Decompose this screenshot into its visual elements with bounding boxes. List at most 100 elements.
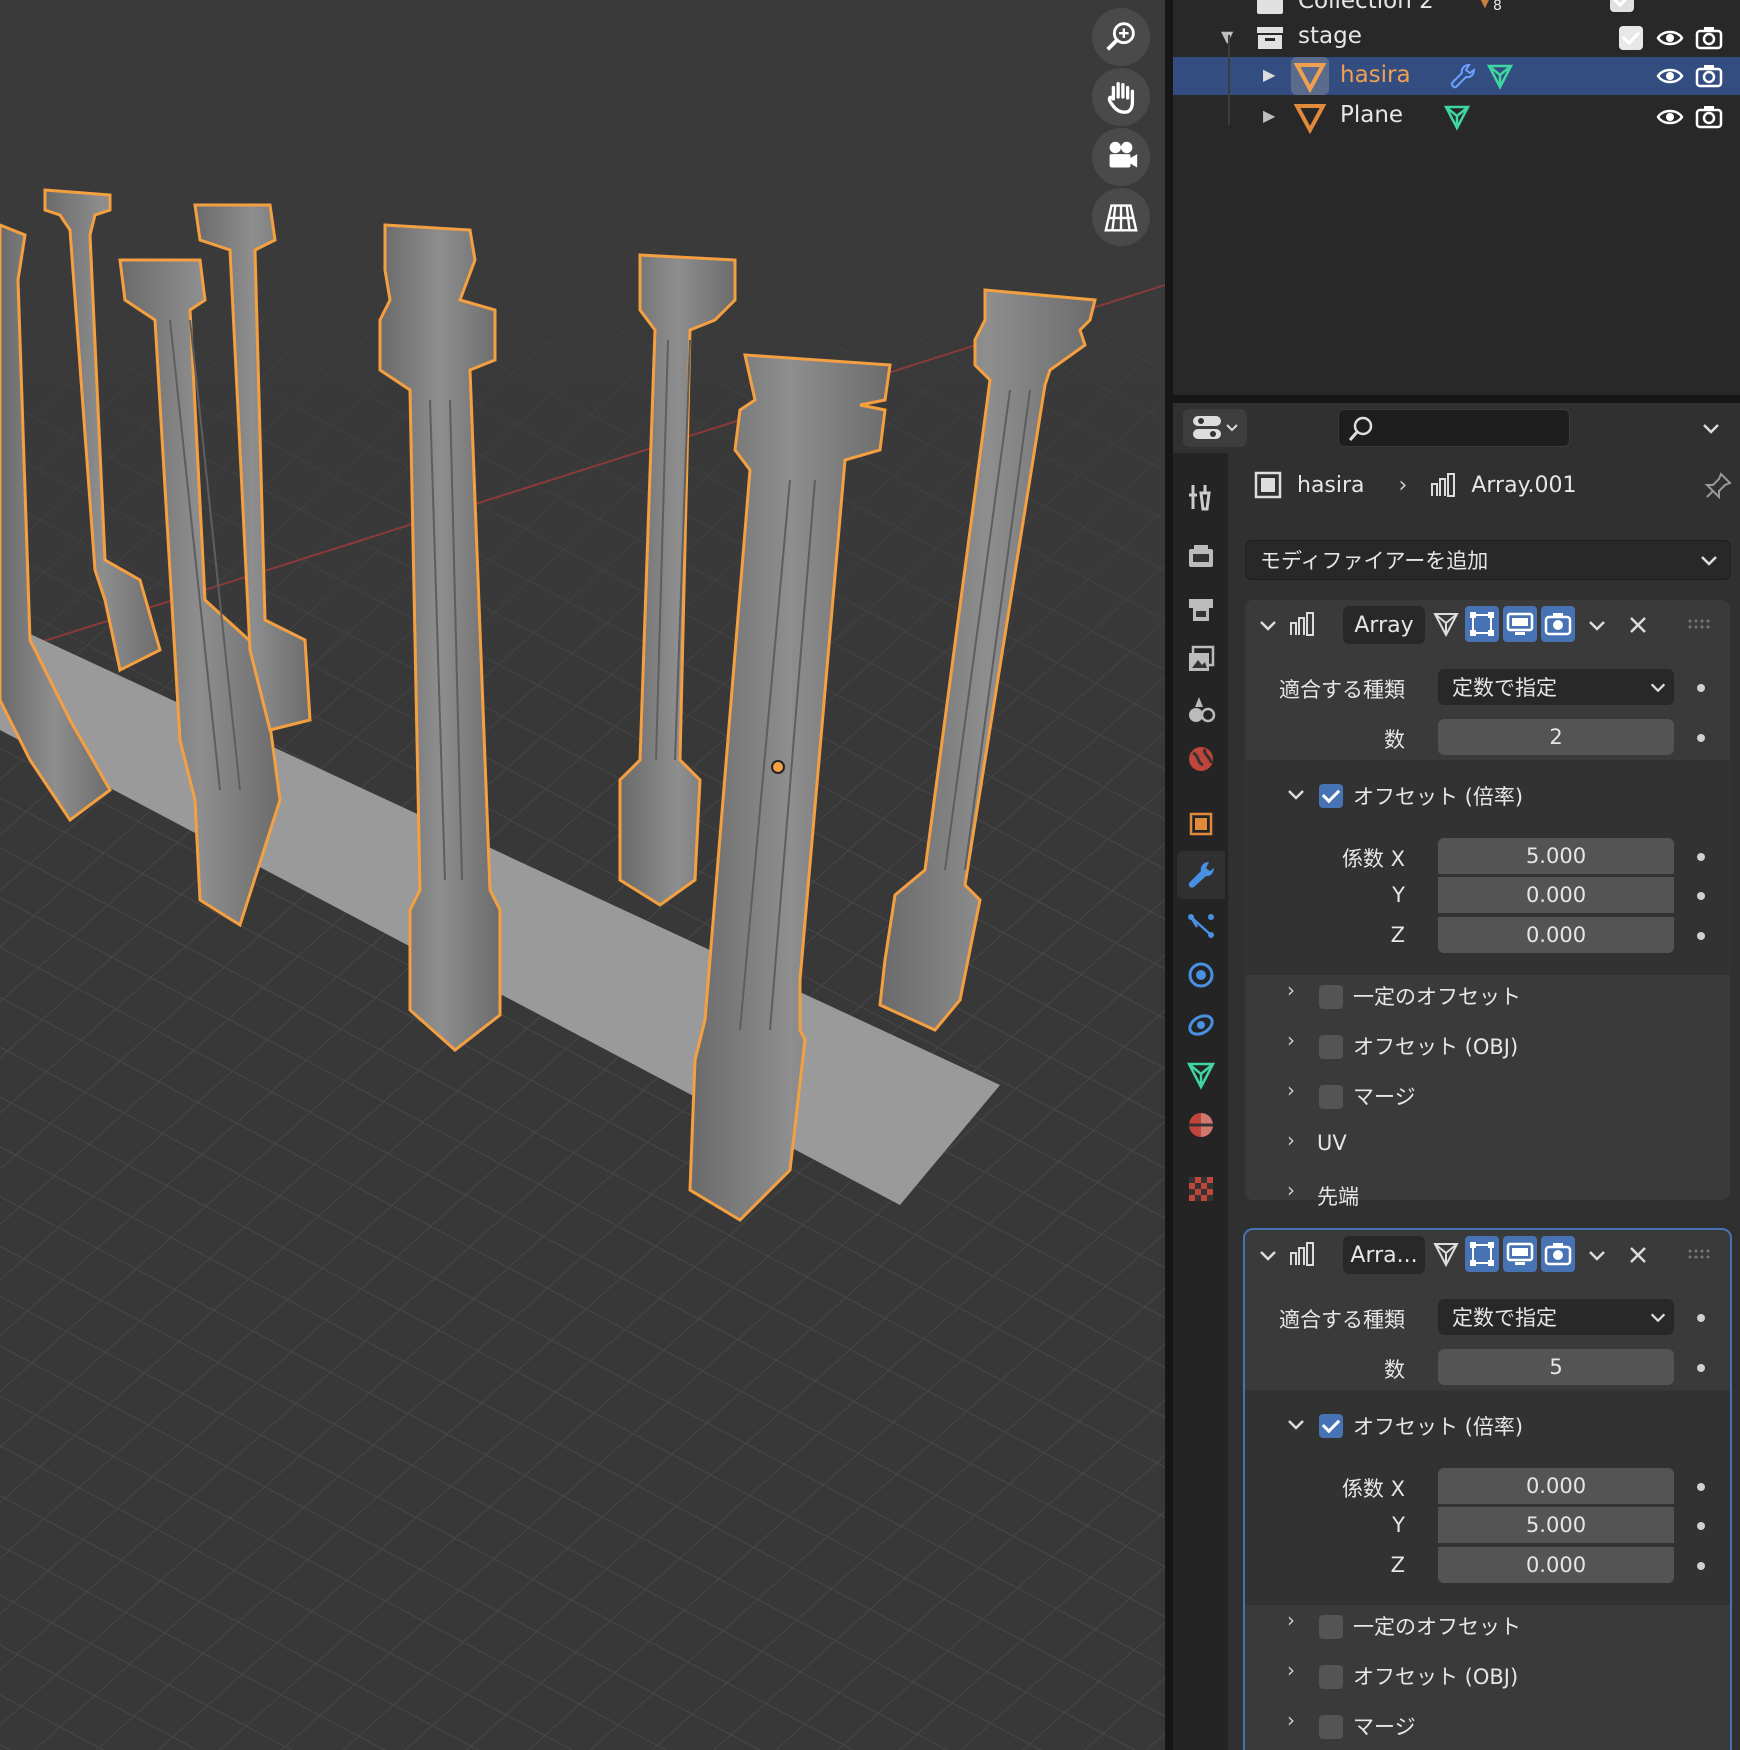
tab-modifiers[interactable] (1177, 851, 1225, 899)
keyframe-dot[interactable] (1697, 1483, 1705, 1491)
close-icon[interactable] (1627, 1244, 1649, 1266)
edit-cage-toggle[interactable] (1429, 606, 1463, 642)
mesh-data-icon[interactable] (1443, 103, 1471, 131)
relative-offset-checkbox[interactable] (1319, 784, 1343, 808)
area-divider[interactable] (1173, 395, 1740, 403)
expand-chevron-icon[interactable]: › (1287, 1658, 1295, 1682)
keyframe-dot[interactable] (1697, 684, 1705, 692)
exclude-checkbox[interactable] (1619, 26, 1643, 50)
modifier-header[interactable]: Array (1245, 600, 1730, 648)
viewport-toggle[interactable] (1503, 1236, 1537, 1272)
area-divider[interactable] (1165, 0, 1173, 1750)
modifier-panel-array[interactable]: Array 適合する種類 定数で指定 数 2 オフセット (倍率) 係数 X 5… (1245, 600, 1730, 1209)
keyframe-dot[interactable] (1697, 853, 1705, 861)
collapse-chevron-icon[interactable] (1257, 614, 1279, 636)
ortho-toggle-button[interactable] (1092, 188, 1150, 246)
factor-z-field[interactable]: 0.000 (1438, 917, 1674, 953)
collapse-chevron-icon[interactable] (1285, 1413, 1307, 1435)
tab-render[interactable] (1177, 533, 1225, 581)
add-modifier-dropdown[interactable]: モディファイアーを追加 (1245, 540, 1731, 580)
factor-x-field[interactable]: 5.000 (1438, 838, 1674, 874)
uv-label[interactable]: UV (1317, 1131, 1347, 1155)
eye-icon[interactable] (1656, 62, 1684, 90)
outliner-row-stage[interactable]: ▼ stage (1173, 18, 1740, 58)
edit-mode-toggle[interactable] (1465, 606, 1499, 642)
expand-chevron-icon[interactable]: › (1287, 1028, 1295, 1052)
eye-icon[interactable] (1656, 24, 1684, 52)
drag-handle-icon[interactable] (1687, 1248, 1713, 1260)
camera-render-icon[interactable] (1695, 62, 1723, 90)
wrench-icon[interactable] (1449, 62, 1477, 90)
expand-chevron-icon[interactable]: › (1287, 1078, 1295, 1102)
tab-world[interactable] (1177, 735, 1225, 783)
expand-chevron-icon[interactable]: › (1287, 1708, 1295, 1732)
outliner-row-collection-2[interactable]: Collection 2 ▼ 8 (1173, 0, 1740, 20)
viewport-toggle[interactable] (1503, 606, 1537, 642)
collapse-chevron-icon[interactable] (1285, 783, 1307, 805)
mesh-data-icon[interactable] (1486, 62, 1514, 90)
expand-toggle-icon[interactable]: ▶ (1263, 65, 1275, 84)
pan-button[interactable] (1092, 68, 1150, 126)
3d-viewport[interactable] (0, 0, 1165, 1750)
keyframe-dot[interactable] (1697, 1562, 1705, 1570)
properties-editor[interactable]: hasira › Array.001 モディファイアーを追加 Array 適合す… (1173, 403, 1740, 1750)
collapse-chevron-icon[interactable] (1257, 1244, 1279, 1266)
tab-object[interactable] (1177, 800, 1225, 848)
close-icon[interactable] (1627, 614, 1649, 636)
modifier-panel-array-001[interactable]: Arra... 適合する種類 定数で指定 数 5 オフセット (倍率) 係数 X… (1243, 1228, 1732, 1750)
eye-icon[interactable] (1656, 103, 1684, 131)
tab-texture[interactable] (1177, 1165, 1225, 1213)
tab-particles[interactable] (1177, 901, 1225, 949)
keyframe-dot[interactable] (1697, 1522, 1705, 1530)
tab-tool[interactable] (1177, 473, 1225, 521)
expand-chevron-icon[interactable]: › (1287, 1128, 1295, 1152)
factor-z-field[interactable]: 0.000 (1438, 1547, 1674, 1583)
keyframe-dot[interactable] (1697, 1314, 1705, 1322)
pin-icon[interactable] (1703, 471, 1733, 501)
factor-y-field[interactable]: 0.000 (1438, 877, 1674, 913)
object-offset-checkbox[interactable] (1319, 1035, 1343, 1059)
chevron-down-icon[interactable] (1586, 614, 1608, 636)
keyframe-dot[interactable] (1697, 734, 1705, 742)
expand-toggle-icon[interactable]: ▶ (1263, 106, 1275, 125)
keyframe-dot[interactable] (1697, 892, 1705, 900)
object-offset-checkbox[interactable] (1319, 1665, 1343, 1689)
count-field[interactable]: 2 (1438, 719, 1674, 755)
merge-checkbox[interactable] (1319, 1085, 1343, 1109)
constant-offset-checkbox[interactable] (1319, 1615, 1343, 1639)
expand-chevron-icon[interactable]: › (1287, 1178, 1295, 1202)
edit-cage-toggle[interactable] (1429, 1236, 1463, 1272)
keyframe-dot[interactable] (1697, 1364, 1705, 1372)
exclude-checkbox[interactable] (1610, 0, 1634, 12)
caps-label[interactable]: 先端 (1317, 1181, 1359, 1211)
tab-constraints[interactable] (1177, 1001, 1225, 1049)
viewport-scene[interactable] (0, 0, 1165, 1750)
count-field[interactable]: 5 (1438, 1349, 1674, 1385)
tab-output[interactable] (1177, 585, 1225, 633)
constant-offset-checkbox[interactable] (1319, 985, 1343, 1009)
editor-type-menu[interactable] (1183, 409, 1247, 447)
drag-handle-icon[interactable] (1687, 618, 1713, 630)
outliner-row-plane[interactable]: ▶ Plane (1173, 97, 1740, 137)
tab-data[interactable] (1177, 1051, 1225, 1099)
tab-scene[interactable] (1177, 685, 1225, 733)
modifier-header[interactable]: Arra... (1245, 1230, 1730, 1278)
modifier-name-field[interactable]: Arra... (1343, 1236, 1425, 1274)
expand-chevron-icon[interactable]: › (1287, 1608, 1295, 1632)
search-input[interactable] (1338, 409, 1570, 447)
outliner-row-hasira[interactable]: ▶ hasira (1173, 57, 1740, 95)
tab-view-layer[interactable] (1177, 635, 1225, 683)
camera-render-icon[interactable] (1695, 103, 1723, 131)
options-dropdown[interactable] (1690, 409, 1732, 447)
fit-type-dropdown[interactable]: 定数で指定 (1438, 1299, 1674, 1335)
factor-x-field[interactable]: 0.000 (1438, 1468, 1674, 1504)
render-toggle[interactable] (1541, 1236, 1575, 1272)
tab-physics[interactable] (1177, 951, 1225, 999)
camera-render-icon[interactable] (1695, 24, 1723, 52)
fit-type-dropdown[interactable]: 定数で指定 (1438, 669, 1674, 705)
camera-view-button[interactable] (1092, 128, 1150, 186)
zoom-button[interactable] (1092, 8, 1150, 66)
tab-material[interactable] (1177, 1101, 1225, 1149)
merge-checkbox[interactable] (1319, 1715, 1343, 1739)
modifier-name-field[interactable]: Array (1343, 606, 1425, 644)
